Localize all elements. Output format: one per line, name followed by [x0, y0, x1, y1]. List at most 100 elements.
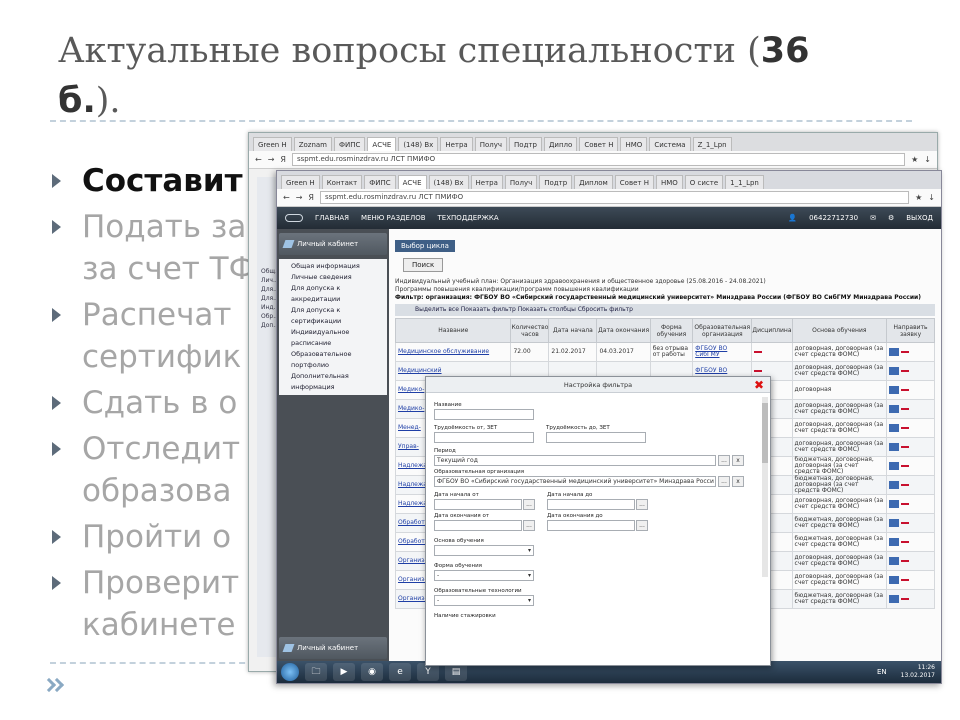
column-header[interactable]: Образовательная организация: [692, 318, 753, 343]
labor-from-field[interactable]: [434, 432, 534, 443]
browser-tab[interactable]: АСЧЕ: [397, 175, 427, 189]
browser-tab[interactable]: НМО: [655, 175, 683, 189]
cabinet-header[interactable]: Личный кабинет: [279, 233, 387, 255]
browser-tab[interactable]: Подтр: [539, 175, 573, 189]
remove-icon[interactable]: [901, 579, 909, 581]
next-slide-chevron-icon[interactable]: [41, 676, 65, 698]
dialog-scrollbar[interactable]: [762, 397, 768, 577]
yandex-icon[interactable]: Я: [280, 155, 286, 164]
date-end-to-picker-button[interactable]: ...: [636, 520, 648, 531]
browser-tab[interactable]: Нетра: [440, 137, 473, 151]
column-header[interactable]: Дата окончания: [596, 318, 651, 343]
browser-tab[interactable]: Нетра: [470, 175, 503, 189]
remove-icon[interactable]: [901, 446, 909, 448]
edit-icon[interactable]: [889, 519, 900, 527]
star-icon[interactable]: ★: [915, 193, 922, 202]
browser-tab[interactable]: Система: [649, 137, 691, 151]
download-icon[interactable]: ↓: [924, 155, 931, 164]
edit-icon[interactable]: [889, 443, 900, 451]
period-picker-button[interactable]: ...: [718, 455, 730, 466]
period-clear-button[interactable]: x: [732, 455, 744, 466]
remove-icon[interactable]: [901, 522, 909, 524]
start-button-icon[interactable]: [281, 663, 299, 681]
edit-icon[interactable]: [889, 538, 900, 546]
sidebar-item-schedule[interactable]: Индивидуальное расписание: [279, 327, 387, 349]
labor-to-field[interactable]: [546, 432, 646, 443]
sidebar-item-additional[interactable]: Дополнительная информация: [279, 371, 387, 393]
period-field[interactable]: Текущий год: [434, 455, 716, 466]
back-arrow-icon[interactable]: ←: [283, 193, 290, 202]
edit-icon[interactable]: [889, 576, 900, 584]
date-end-to-field[interactable]: [547, 520, 635, 531]
name-field[interactable]: [434, 409, 534, 420]
star-icon[interactable]: ★: [911, 155, 918, 164]
table-row[interactable]: Медицинское обслуживание 72.00 21.02.2017 0…: [394, 342, 935, 362]
column-header[interactable]: Дата начала: [548, 318, 598, 343]
column-header[interactable]: Дисциплина: [751, 318, 793, 343]
date-start-to-picker-button[interactable]: ...: [636, 499, 648, 510]
sidebar-item-personal[interactable]: Личные сведения: [279, 272, 387, 283]
exit-link[interactable]: ВЫХОД: [906, 214, 933, 222]
browser-tab[interactable]: Zoznam: [293, 137, 332, 151]
date-start-to-field[interactable]: [547, 499, 635, 510]
edit-icon[interactable]: [889, 595, 900, 603]
tab-cycle-select[interactable]: Выбор цикла: [395, 240, 455, 252]
settings-icon[interactable]: ⚙: [888, 214, 894, 222]
date-end-from-field[interactable]: [434, 520, 522, 531]
column-header[interactable]: Направить заявку: [886, 318, 935, 343]
remove-icon[interactable]: [901, 427, 909, 429]
browser-tab[interactable]: Совет Н: [614, 175, 654, 189]
browser-tab[interactable]: Контакт: [321, 175, 363, 189]
browser-tab[interactable]: Совет Н: [579, 137, 619, 151]
forward-arrow-icon[interactable]: →: [268, 155, 275, 164]
explorer-icon[interactable]: 🗀: [305, 663, 327, 681]
browser-tab[interactable]: ФИПС: [334, 137, 366, 151]
edit-icon[interactable]: [889, 424, 900, 432]
browser-tab[interactable]: Дипло: [543, 137, 578, 151]
edit-icon[interactable]: [889, 557, 900, 565]
remove-icon[interactable]: [901, 598, 909, 600]
browser-tab[interactable]: ФИПС: [364, 175, 396, 189]
mail-icon[interactable]: ✉: [870, 214, 876, 222]
remove-icon[interactable]: [901, 503, 909, 505]
browser-tab[interactable]: Green H: [281, 175, 320, 189]
ie-icon[interactable]: e: [389, 663, 411, 681]
edit-icon[interactable]: [889, 462, 900, 470]
language-indicator[interactable]: EN: [877, 668, 887, 676]
column-header[interactable]: Количество часов: [510, 318, 550, 343]
system-clock[interactable]: 11:26 13.02.2017: [901, 664, 935, 680]
date-start-from-field[interactable]: [434, 499, 522, 510]
browser-tab[interactable]: (148) Bx: [398, 137, 439, 151]
basis-select[interactable]: ▾: [434, 545, 534, 556]
remove-icon[interactable]: [901, 465, 909, 467]
remove-icon[interactable]: [901, 408, 909, 410]
forward-arrow-icon[interactable]: →: [296, 193, 303, 202]
edit-icon[interactable]: [889, 367, 900, 375]
sidebar-item-accreditation[interactable]: Для допуска к аккредитации: [279, 283, 387, 305]
table-cell-org[interactable]: ФГБОУ ВО СибГМУ: [692, 342, 753, 362]
nav-menu[interactable]: МЕНЮ РАЗДЕЛОВ: [361, 214, 425, 222]
grid-toolbar[interactable]: Выделить все Показать фильтр Показать ст…: [395, 304, 935, 316]
column-header[interactable]: Форма обучения: [649, 318, 694, 343]
column-header[interactable]: Название: [394, 318, 512, 343]
edit-icon[interactable]: [889, 500, 900, 508]
remove-icon[interactable]: [901, 351, 909, 353]
url-field[interactable]: sspmt.edu.rosminzdrav.ru ЛСТ ПМИФО: [319, 191, 910, 204]
back-arrow-icon[interactable]: ←: [255, 155, 262, 164]
url-field[interactable]: sspmt.edu.rosminzdrav.ru ЛСТ ПМИФО: [291, 153, 906, 166]
remove-icon[interactable]: [901, 370, 909, 372]
browser-tab[interactable]: (148) Вх: [428, 175, 469, 189]
table-cell-name[interactable]: Медицинское обслуживание: [394, 342, 512, 362]
nav-home[interactable]: ГЛАВНАЯ: [315, 214, 349, 222]
browser-tab[interactable]: Получ: [504, 175, 538, 189]
org-field[interactable]: ФГБОУ ВО «Сибирский государственный меди…: [434, 476, 716, 487]
sidebar-item-portfolio[interactable]: Образовательное портфолио: [279, 349, 387, 371]
browser-tab[interactable]: АСЧЕ: [367, 137, 397, 151]
date-end-from-picker-button[interactable]: ...: [523, 520, 535, 531]
search-button[interactable]: Поиск: [403, 258, 444, 272]
sidebar-item-certification[interactable]: Для допуска к сертификации: [279, 305, 387, 327]
portal-logo-icon[interactable]: [285, 214, 303, 222]
remove-icon[interactable]: [901, 541, 909, 543]
column-header[interactable]: Основа обучения: [791, 318, 888, 343]
edit-icon[interactable]: [889, 386, 900, 394]
